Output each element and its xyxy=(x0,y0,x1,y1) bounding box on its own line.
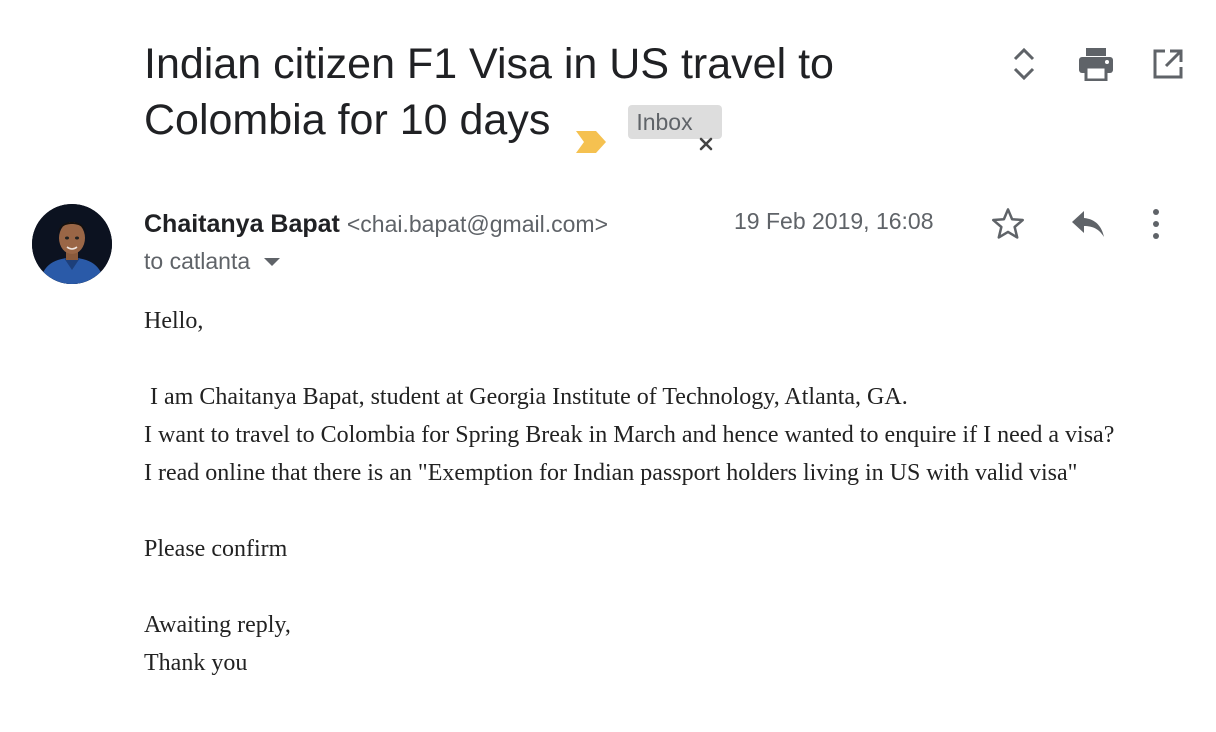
email-subject: Indian citizen F1 Visa in US travel to C… xyxy=(144,36,984,153)
subject-line-1: Indian citizen F1 Visa in US travel to xyxy=(144,40,834,88)
print-icon[interactable] xyxy=(1078,44,1114,84)
subject-line-2-row: Colombia for 10 days Inbox xyxy=(144,92,984,153)
remove-label-icon[interactable] xyxy=(699,115,713,151)
body-awaiting: Awaiting reply, xyxy=(144,612,291,638)
body-confirm: Please confirm xyxy=(144,536,288,562)
message-actions xyxy=(986,204,1166,244)
body-line-1: I am Chaitanya Bapat, student at Georgia… xyxy=(144,384,908,410)
sender-avatar[interactable] xyxy=(32,204,112,284)
recipient-text: to catlanta xyxy=(144,248,251,274)
body-thanks: Thank you xyxy=(144,650,248,676)
message-body: Hello, I am Chaitanya Bapat, student at … xyxy=(144,302,1184,682)
more-vertical-icon[interactable] xyxy=(1146,204,1166,244)
chevron-down-icon[interactable] xyxy=(264,257,281,266)
open-in-new-window-icon[interactable] xyxy=(1150,44,1186,84)
expand-collapse-icon[interactable] xyxy=(1006,44,1042,84)
subject-line-2: Colombia for 10 days xyxy=(144,96,551,144)
thread-toolbar xyxy=(1006,44,1186,84)
body-greeting: Hello, xyxy=(144,308,204,334)
body-line-2: I want to travel to Colombia for Spring … xyxy=(144,422,1115,448)
importance-marker-icon[interactable] xyxy=(576,111,607,153)
recipient-details-toggle[interactable]: to catlanta xyxy=(144,248,281,275)
reply-icon[interactable] xyxy=(1066,204,1110,244)
sender-name[interactable]: Chaitanya Bapat xyxy=(144,210,340,238)
star-icon[interactable] xyxy=(986,204,1030,244)
message-date: 19 Feb 2019, 16:08 xyxy=(734,208,934,234)
label-chip-text: Inbox xyxy=(636,109,693,135)
sender-row: Chaitanya Bapat <chai.bapat@gmail.com> xyxy=(144,206,608,242)
body-line-3: I read online that there is an "Exemptio… xyxy=(144,460,1078,486)
sender-email: <chai.bapat@gmail.com> xyxy=(346,211,608,237)
inbox-label-chip[interactable]: Inbox xyxy=(628,105,722,151)
